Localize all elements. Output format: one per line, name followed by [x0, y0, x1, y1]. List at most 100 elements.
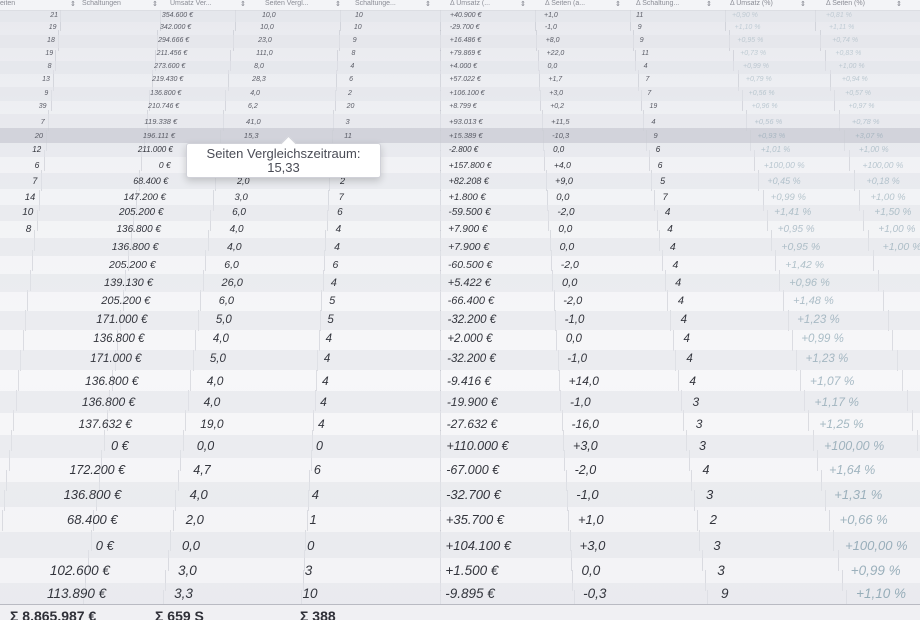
table-cell: +0,99 % [801, 333, 844, 346]
column-header[interactable]: Δ Seiten (%) [826, 0, 865, 7]
table-cell: +1,48 % [793, 295, 834, 308]
table-cell: 3 [692, 395, 700, 410]
table-cell: +3,0 [549, 89, 564, 97]
table-cell: +8.799 € [449, 103, 477, 111]
table-cell: +1,42 % [785, 258, 825, 271]
table-cell: +1,0 [544, 11, 558, 19]
table-cell: +0,99 % [850, 562, 901, 578]
table-cell: 4 [702, 462, 710, 477]
table-cell: +1,50 % [874, 207, 912, 219]
table-cell: 4,0 [203, 395, 221, 410]
table-cell: -1,0 [564, 313, 585, 326]
table-cell: 0,0 [581, 562, 601, 578]
sort-icon[interactable]: ⇕ [425, 0, 431, 8]
table-cell: +1,41 % [774, 207, 812, 219]
column-header[interactable]: Δ Umsatz (... [450, 0, 490, 7]
table-cell: 26,0 [221, 276, 243, 289]
table-cell: -67.000 € [446, 462, 500, 477]
sort-icon[interactable]: ⇕ [152, 0, 158, 8]
table-cell: 6,0 [224, 258, 239, 271]
table-cell: 3,3 [174, 585, 193, 601]
table-cell: 6,0 [218, 295, 235, 308]
table-cell: 8 [47, 63, 52, 71]
table-cell: +1,07 % [810, 373, 855, 388]
table-cell: +1,10 % [734, 24, 761, 32]
column-header[interactable]: Schaltungen [82, 0, 121, 7]
table-cell: 19 [48, 24, 57, 32]
table-cell: -32.700 € [446, 487, 501, 503]
table-cell: +1,10 % [856, 585, 907, 601]
table-cell: +0,57 % [845, 89, 871, 97]
column-header[interactable]: Schaltunge... [355, 0, 396, 7]
table-cell: 21 [50, 11, 58, 19]
table-cell: 4 [323, 353, 331, 366]
table-cell: 4 [330, 276, 337, 289]
table-cell: 19 [649, 103, 658, 111]
table-cell: 4 [651, 116, 656, 126]
table-cell: 10,0 [262, 11, 276, 19]
table-cell: -2,0 [574, 462, 597, 477]
table-cell: 171.000 € [96, 313, 148, 326]
table-cell: 3,0 [177, 562, 197, 578]
table-cell: 7 [32, 175, 38, 186]
table-cell: +0,56 % [748, 89, 775, 97]
table-cell: 4 [677, 295, 684, 308]
table-cell: 3 [717, 562, 725, 578]
table-cell: 4 [320, 395, 327, 410]
table-cell: 136.800 € [111, 240, 159, 253]
table-cell: +7.900 € [448, 223, 488, 235]
total-cell: Σ 8.865.987 € [10, 608, 97, 620]
table-cell: 15,3 [243, 131, 259, 141]
column-header[interactable]: eiten [0, 0, 15, 7]
table-cell: 136.800 € [85, 373, 139, 388]
table-cell: +93.013 € [449, 116, 483, 126]
table-cell: 6 [332, 258, 339, 271]
table-cell: 4,0 [227, 240, 242, 253]
column-header[interactable]: Δ Seiten (a... [545, 0, 585, 7]
table-cell: +0,90 % [732, 11, 758, 19]
table-cell: 10 [302, 585, 318, 601]
table-cell: 205.200 € [101, 295, 151, 308]
sort-icon[interactable]: ⇕ [335, 0, 341, 8]
table-cell: 0,0 [556, 191, 570, 203]
table-cell: +3,0 [579, 537, 606, 553]
table-cell: 4 [350, 63, 355, 71]
table-cell: 4 [335, 223, 342, 235]
table-cell: 5 [327, 313, 334, 326]
sort-icon[interactable]: ⇕ [70, 0, 76, 8]
sort-icon[interactable]: ⇕ [520, 0, 526, 8]
sort-icon[interactable]: ⇕ [615, 0, 621, 8]
table-cell: 5,0 [215, 313, 232, 326]
table-cell: 111,0 [256, 50, 273, 58]
table-cell: 3 [699, 439, 706, 454]
column-header[interactable]: Δ Schaltung... [636, 0, 679, 7]
column-header[interactable]: Seiten Vergl... [265, 0, 309, 7]
table-cell: 3 [706, 487, 714, 503]
table-cell: +1,64 % [829, 462, 876, 477]
table-cell: 4,7 [193, 462, 211, 477]
sort-icon[interactable]: ⇕ [896, 0, 902, 8]
sort-icon[interactable]: ⇕ [800, 0, 806, 8]
table-cell: -27.632 € [446, 417, 498, 432]
table-cell: +57.022 € [449, 76, 481, 84]
table-cell: 23,0 [258, 37, 272, 45]
table-cell: +1,31 % [834, 487, 883, 503]
table-cell: 8 [25, 223, 32, 235]
table-cell: 102.600 € [49, 562, 110, 578]
table-cell: +104.100 € [445, 537, 512, 553]
sort-icon[interactable]: ⇕ [240, 0, 246, 8]
table-cell: +106.100 € [449, 89, 485, 97]
table-cell: 137.632 € [78, 417, 132, 432]
table-cell: 7 [645, 76, 650, 84]
table-cell: +157.800 € [448, 160, 492, 171]
total-cell: Σ 388 [300, 608, 336, 620]
table-cell: 7 [338, 191, 344, 203]
table-cell: 0,0 [181, 537, 201, 553]
column-header[interactable]: Umsatz Ver... [170, 0, 212, 7]
table-cell: 18 [47, 37, 55, 45]
table-cell: +9,0 [555, 175, 573, 186]
table-cell: +100,00 % [763, 160, 805, 171]
table-cell: 6 [337, 207, 343, 219]
column-header[interactable]: Δ Umsatz (%) [730, 0, 773, 7]
sort-icon[interactable]: ⇕ [706, 0, 712, 8]
